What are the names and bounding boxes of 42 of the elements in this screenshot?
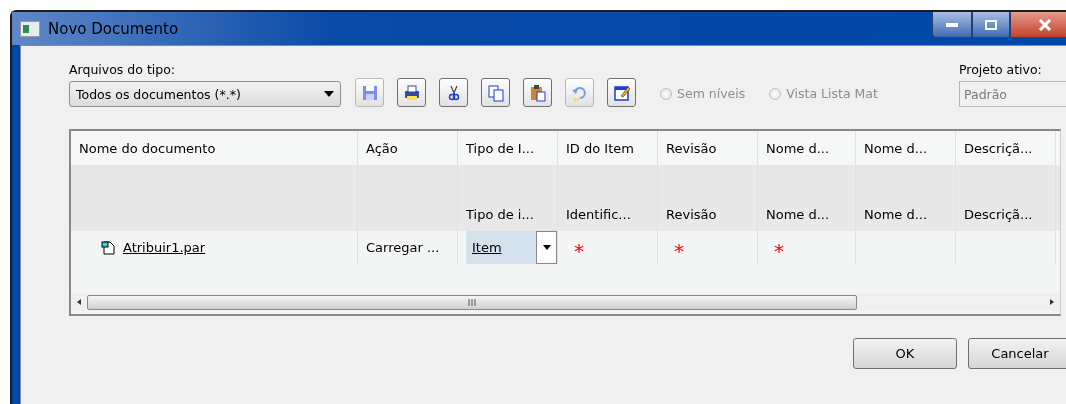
print-icon	[402, 83, 421, 102]
document-icon	[101, 240, 115, 255]
edit-button[interactable]	[607, 78, 636, 107]
cancel-button[interactable]: Cancelar	[968, 338, 1066, 369]
table-cell: Nome d...	[864, 207, 928, 222]
caret-icon	[542, 245, 551, 250]
minimize-button[interactable]	[932, 12, 972, 38]
caret-icon	[324, 91, 334, 97]
project-field[interactable]: Padrão	[959, 81, 1066, 107]
document-link[interactable]: Atribuir1.par	[123, 240, 206, 255]
save-icon	[360, 83, 379, 102]
maximize-button[interactable]	[972, 12, 1010, 38]
copy-icon	[486, 83, 505, 102]
paste-button[interactable]	[523, 78, 552, 107]
save-button[interactable]	[355, 78, 384, 107]
table-cell: Descriçã...	[964, 207, 1033, 222]
field-label: Projeto ativo:	[959, 62, 1043, 77]
table-cell: Nome d...	[766, 207, 830, 222]
maximize-icon	[985, 19, 997, 30]
minimize-icon	[946, 22, 958, 27]
close-icon	[1038, 18, 1052, 31]
file-type-dropdown[interactable]: Todos os documentos (*.*)	[69, 81, 341, 107]
table-cell: Revisão	[666, 207, 717, 222]
field-label: Arquivos do tipo:	[69, 62, 177, 77]
ok-button[interactable]: OK	[853, 338, 957, 369]
cut-button[interactable]	[439, 78, 468, 107]
app-icon	[20, 20, 40, 37]
item-type-dropdown[interactable]: Item	[466, 231, 557, 264]
grip-icon	[468, 298, 476, 306]
table-cell: Tipo de i...	[466, 207, 534, 222]
required-mark: *	[674, 237, 684, 261]
required-mark: *	[774, 237, 784, 261]
copy-button[interactable]	[481, 78, 510, 107]
close-button[interactable]	[1010, 12, 1066, 38]
window-title: Novo Documento	[48, 19, 179, 38]
paste-icon	[528, 83, 547, 102]
table-cell: Carregar ...	[366, 240, 440, 255]
print-button[interactable]	[397, 78, 426, 107]
required-mark: *	[574, 237, 584, 261]
edit-icon	[612, 83, 631, 102]
undo-button[interactable]	[565, 78, 594, 107]
table-cell: Identific...	[566, 207, 631, 222]
